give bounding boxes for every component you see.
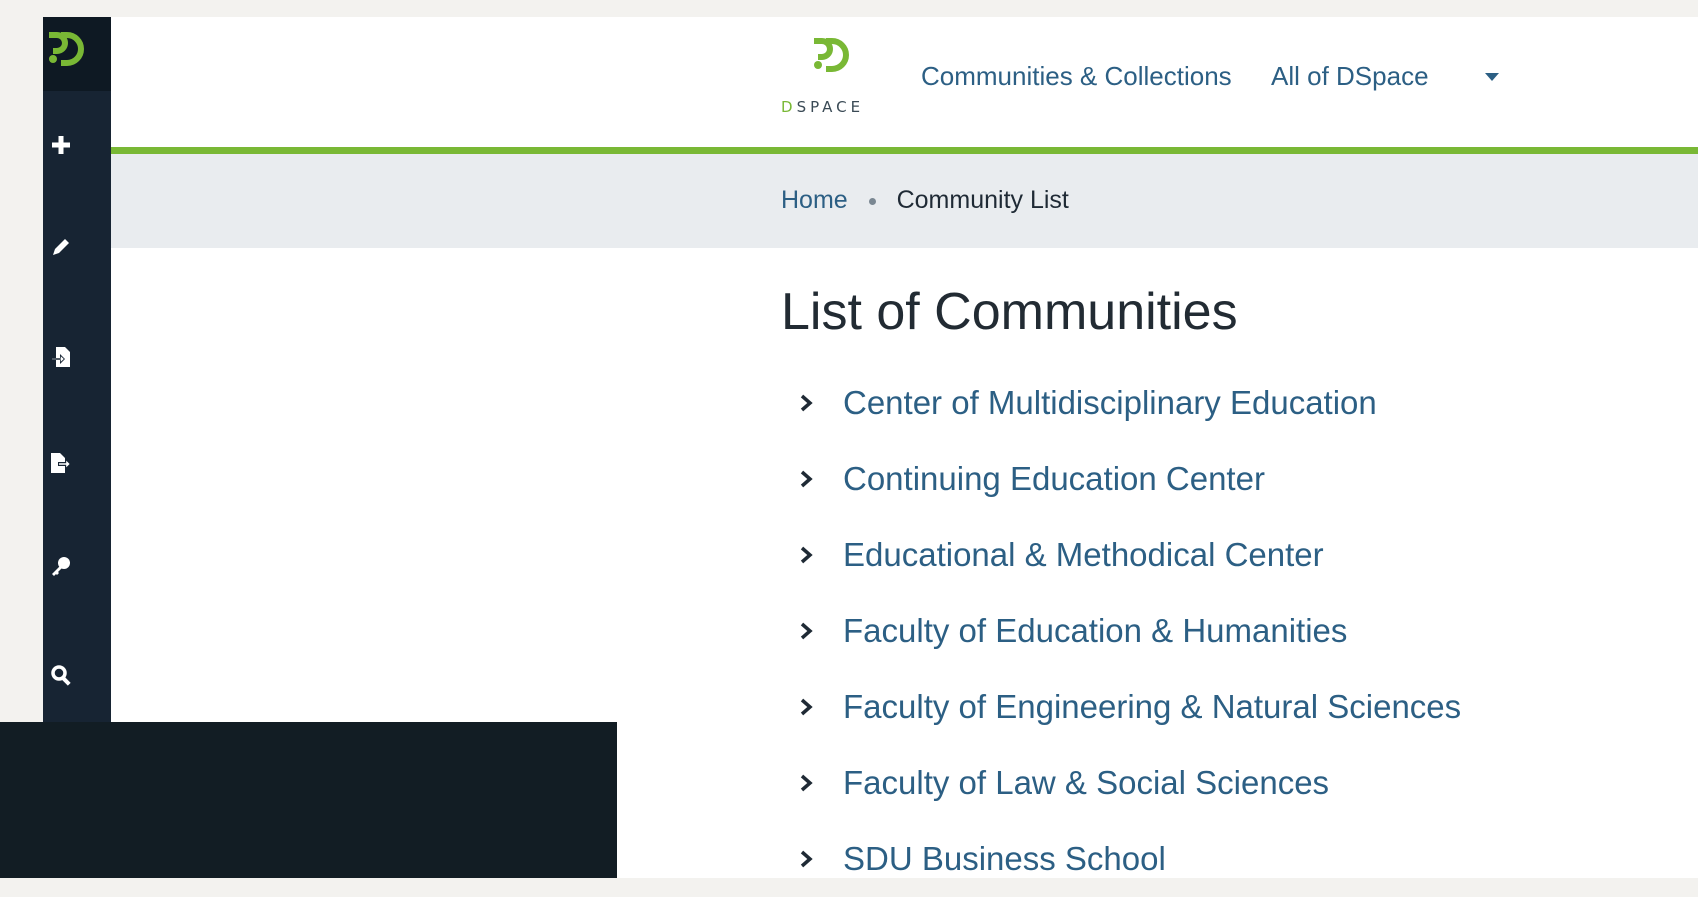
community-item: Faculty of Engineering & Natural Science… [799,669,1461,745]
import-icon [51,347,70,367]
sidebar-logo[interactable] [43,17,111,91]
chevron-right-icon[interactable] [799,695,819,719]
key-icon [52,557,70,576]
breadcrumb-current: Community List [896,186,1069,214]
chevron-right-icon[interactable] [799,847,819,871]
pencil-icon [53,239,69,255]
community-link[interactable]: Faculty of Education & Humanities [843,612,1347,650]
chevron-right-icon[interactable] [799,543,819,567]
sidebar-import-button[interactable] [43,339,79,375]
sidebar-export-button[interactable] [43,445,79,481]
community-link[interactable]: SDU Business School [843,840,1166,878]
header-accent-bar [111,147,1698,154]
dspace-logo-text: DSPACE [781,98,865,116]
nav-communities-collections[interactable]: Communities & Collections [921,61,1232,92]
community-list: Center of Multidisciplinary Education Co… [799,365,1461,897]
nav-all-of-dspace[interactable]: All of DSpace [1271,61,1429,92]
breadcrumb-separator [868,197,876,205]
community-item: SDU Business School [799,821,1461,897]
overlay-panel [0,722,617,878]
site-header: DSPACE Communities & Collections All of … [111,17,1698,147]
breadcrumb-bar: Home Community List [111,154,1698,248]
export-icon [51,453,71,473]
community-item: Center of Multidisciplinary Education [799,365,1461,441]
dspace-logo-mark-icon [814,38,849,72]
dspace-logo-icon [49,32,84,66]
community-link[interactable]: Faculty of Law & Social Sciences [843,764,1329,802]
community-item: Educational & Methodical Center [799,517,1461,593]
chevron-right-icon[interactable] [799,391,819,415]
breadcrumb-home[interactable]: Home [781,186,848,214]
community-link[interactable]: Continuing Education Center [843,460,1265,498]
chevron-right-icon[interactable] [799,467,819,491]
community-item: Faculty of Education & Humanities [799,593,1461,669]
community-item: Continuing Education Center [799,441,1461,517]
community-link[interactable]: Center of Multidisciplinary Education [843,384,1377,422]
community-link[interactable]: Faculty of Engineering & Natural Science… [843,688,1461,726]
chevron-right-icon[interactable] [799,619,819,643]
breadcrumb: Home Community List [781,186,1069,215]
plus-icon [52,136,70,154]
sidebar-edit-button[interactable] [43,229,79,265]
dspace-logo[interactable] [781,35,881,95]
community-link[interactable]: Educational & Methodical Center [843,536,1324,574]
caret-down-icon[interactable] [1485,73,1499,81]
sidebar-access-control-button[interactable] [43,549,79,585]
admin-sidebar [43,17,111,727]
chevron-right-icon[interactable] [799,771,819,795]
sidebar-search-button[interactable] [43,657,79,693]
page-title: List of Communities [781,283,1238,341]
search-icon [51,665,71,686]
community-item: Faculty of Law & Social Sciences [799,745,1461,821]
sidebar-new-button[interactable] [43,127,79,163]
